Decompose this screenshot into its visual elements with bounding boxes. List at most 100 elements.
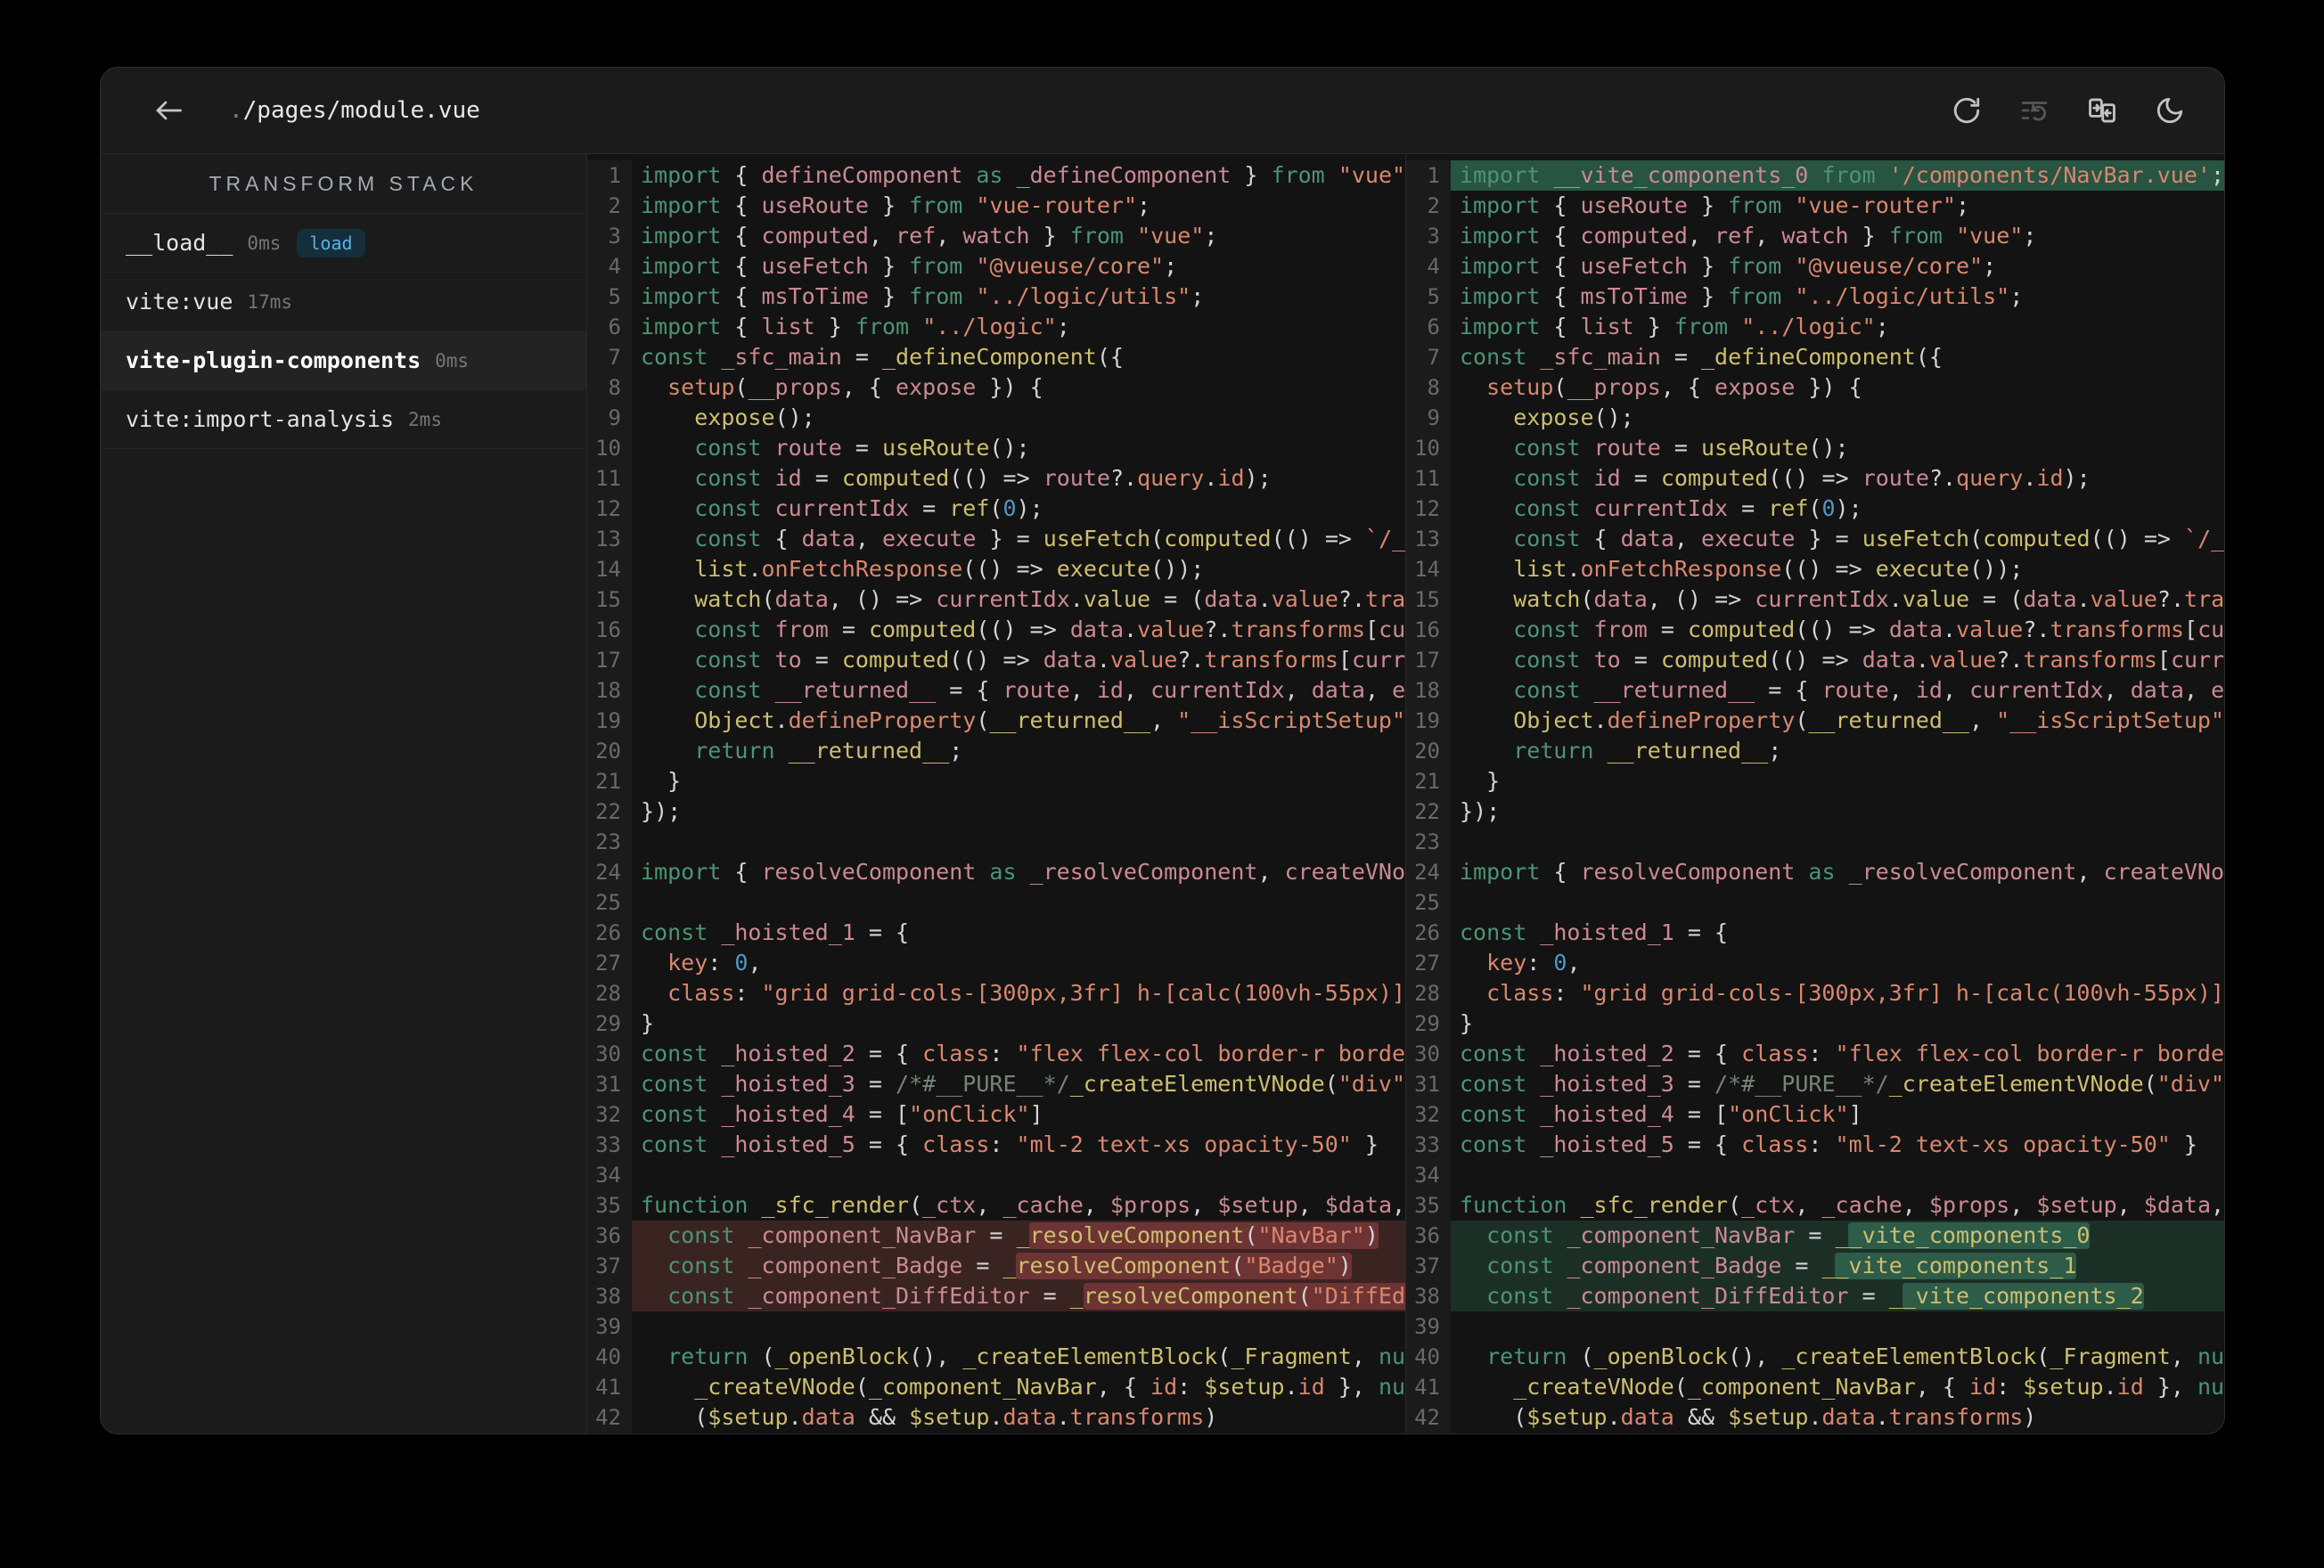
line-number: 26 <box>1406 918 1451 948</box>
code-line: 20 return __returned__; <box>1406 736 2224 766</box>
code-text <box>1451 887 2224 918</box>
code-text: function _sfc_render(_ctx, _cache, $prop… <box>1451 1190 2224 1221</box>
line-number: 7 <box>1406 342 1451 372</box>
line-number: 6 <box>587 312 632 342</box>
code-tokens: class: "grid grid-cols-[300px,3fr] h-[ca… <box>667 980 1405 1006</box>
transform-stack-sidebar: TRANSFORM STACK __load__ 0ms load vite:vue 1… <box>101 154 587 1433</box>
plugin-time: 0ms <box>435 349 470 372</box>
diff-added-line: import __vite_components_0 from '/compon… <box>1451 160 2224 191</box>
code-tokens: return (_openBlock(), _createElementBloc… <box>1486 1343 2224 1369</box>
dark-mode-button[interactable] <box>2153 94 2187 127</box>
code-tokens <box>1460 889 1473 915</box>
code-line: 40 return (_openBlock(), _createElementB… <box>1406 1342 2224 1372</box>
code-line: 26 const _hoisted_1 = { <box>587 918 1405 948</box>
code-tokens: _createVNode(_component_NavBar, { id: $s… <box>1513 1374 2224 1400</box>
line-number: 29 <box>1406 1009 1451 1039</box>
code-tokens: key: 0, <box>1486 950 1581 976</box>
code-line: 38 const _component_DiffEditor = _resolv… <box>587 1281 1405 1311</box>
diff-added-line: const _component_Badge = __vite_componen… <box>1451 1251 2224 1281</box>
diff-added-line: const _component_DiffEditor = __vite_com… <box>1451 1281 2224 1311</box>
line-number: 18 <box>1406 675 1451 706</box>
code-tokens: }); <box>1460 798 1501 824</box>
line-number: 38 <box>587 1281 632 1311</box>
refresh-icon <box>1953 97 1980 124</box>
code-line: 18 const __returned__ = { route, id, cur… <box>1406 675 2224 706</box>
code-tokens: const id = computed(() => route?.query.i… <box>694 465 1272 491</box>
code-tokens: const _component_NavBar = _resolveCompon… <box>667 1222 1379 1248</box>
sidebar-item-vite-plugin-components[interactable]: vite-plugin-components 0ms <box>101 331 586 390</box>
code-tokens: import { msToTime } from "../logic/utils… <box>1460 283 2024 309</box>
sidebar-item-vite-vue[interactable]: vite:vue 17ms <box>101 273 586 331</box>
code-text <box>632 1160 1405 1190</box>
code-line: 7 const _sfc_main = _defineComponent({ <box>587 342 1405 372</box>
code-line: 16 const from = computed(() => data.valu… <box>1406 615 2224 645</box>
code-text: watch(data, () => currentIdx.value = (da… <box>1451 584 2224 615</box>
load-badge: load <box>297 228 365 257</box>
line-number: 3 <box>587 221 632 251</box>
code-text: ($setup.data && $setup.data.transforms) <box>632 1402 1405 1433</box>
code-text: import { useRoute } from "vue-router"; <box>1451 191 2224 221</box>
code-pane-after[interactable]: 1 import __vite_components_0 from '/compo… <box>1405 154 2224 1433</box>
sidebar-item-vite-import-analysis[interactable]: vite:import-analysis 2ms <box>101 390 586 449</box>
code-line: 29} <box>587 1009 1405 1039</box>
code-tokens: import { defineComponent as _defineCompo… <box>641 162 1405 188</box>
code-line: 21 } <box>587 766 1405 796</box>
code-tokens: expose(); <box>694 404 815 430</box>
panels-merge-button[interactable] <box>2085 94 2119 127</box>
code-text: }); <box>1451 796 2224 827</box>
code-text: setup(__props, { expose }) { <box>632 372 1405 403</box>
line-number: 14 <box>1406 554 1451 584</box>
back-arrow-icon <box>156 101 182 120</box>
code-text: key: 0, <box>1451 948 2224 978</box>
code-text: const id = computed(() => route?.query.i… <box>632 463 1405 494</box>
code-text: const _hoisted_5 = { class: "ml-2 text-x… <box>1451 1130 2224 1160</box>
list-restart-button[interactable] <box>2017 94 2051 127</box>
code-line: 10 const route = useRoute(); <box>1406 433 2224 463</box>
code-tokens: import { list } from "../logic"; <box>1460 314 1889 339</box>
code-line: 25 <box>1406 887 2224 918</box>
line-number: 1 <box>1406 160 1451 191</box>
code-tokens: watch(data, () => currentIdx.value = (da… <box>694 586 1405 612</box>
list-restart-icon <box>2021 102 2048 121</box>
line-number: 21 <box>1406 766 1451 796</box>
back-button[interactable] <box>147 92 190 129</box>
code-tokens: import { useRoute } from "vue-router"; <box>641 192 1151 218</box>
sidebar-item-load[interactable]: __load__ 0ms load <box>101 214 586 273</box>
line-number: 16 <box>587 615 632 645</box>
code-line: 30 const _hoisted_2 = { class: "flex flex… <box>1406 1039 2224 1069</box>
line-number: 13 <box>1406 524 1451 554</box>
code-text: import { computed, ref, watch } from "vu… <box>632 221 1405 251</box>
code-tokens: class: "grid grid-cols-[300px,3fr] h-[ca… <box>1486 980 2224 1006</box>
refresh-button[interactable] <box>1950 94 1984 127</box>
code-line: 5 import { msToTime } from "../logic/util… <box>1406 282 2224 312</box>
code-text: const _hoisted_3 = /*#__PURE__*/_createE… <box>632 1069 1405 1099</box>
code-tokens: return __returned__; <box>1513 738 1782 764</box>
line-number: 33 <box>1406 1130 1451 1160</box>
code-tokens: expose(); <box>1513 404 1634 430</box>
line-number: 40 <box>1406 1342 1451 1372</box>
code-tokens: const _sfc_main = _defineComponent({ <box>641 344 1124 370</box>
code-tokens: setup(__props, { expose }) { <box>1486 374 1862 400</box>
code-line: 28 class: "grid grid-cols-[300px,3fr] h-… <box>587 978 1405 1009</box>
app-window: ./pages/module.vue TRANSFORM STACK __loa… <box>100 67 2225 1434</box>
code-tokens: const _hoisted_4 = ["onClick"] <box>1460 1101 1862 1127</box>
code-tokens: const _sfc_main = _defineComponent({ <box>1460 344 1943 370</box>
code-tokens: const _component_Badge = _resolveCompone… <box>667 1253 1352 1278</box>
code-line: 2 import { useRoute } from "vue-router"; <box>1406 191 2224 221</box>
line-number: 20 <box>587 736 632 766</box>
code-tokens: ($setup.data && $setup.data.transforms) <box>694 1404 1218 1430</box>
code-text: return __returned__; <box>632 736 1405 766</box>
code-tokens: import { useFetch } from "@vueuse/core"; <box>1460 253 1997 279</box>
code-pane-before[interactable]: 1 import { defineComponent as _defineComp… <box>587 154 1405 1433</box>
code-tokens: import { resolveComponent as _resolveCom… <box>1460 859 2224 885</box>
line-number: 28 <box>1406 978 1451 1009</box>
diff-removed-line: const _component_Badge = _resolveCompone… <box>632 1251 1405 1281</box>
line-number: 10 <box>587 433 632 463</box>
code-line: 24 import { resolveComponent as _resolveC… <box>1406 857 2224 887</box>
code-line: 12 const currentIdx = ref(0); <box>587 494 1405 524</box>
main-area: TRANSFORM STACK __load__ 0ms load vite:vue 1… <box>101 154 2224 1433</box>
code-tokens <box>641 829 654 854</box>
code-line: 19 Object.defineProperty(__returned__, "… <box>587 706 1405 736</box>
line-number: 27 <box>1406 948 1451 978</box>
code-line: 3 import { computed, ref, watch } from "v… <box>587 221 1405 251</box>
